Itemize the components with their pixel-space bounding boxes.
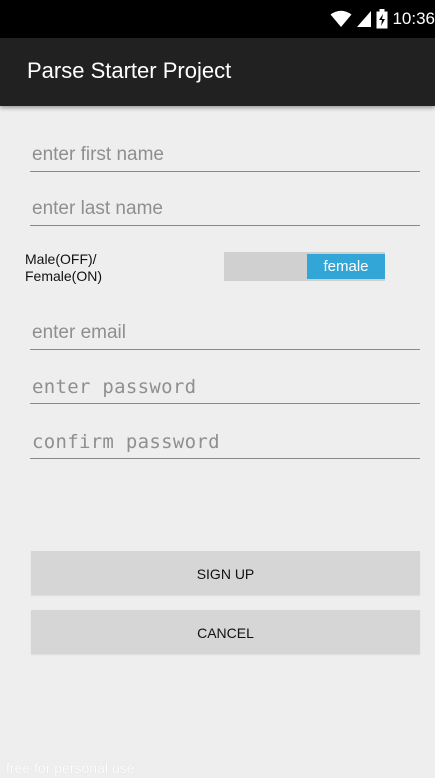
cell-signal-icon bbox=[356, 10, 372, 28]
status-time: 10:36 bbox=[392, 9, 435, 28]
password-input[interactable] bbox=[30, 370, 420, 404]
cancel-button[interactable]: CANCEL bbox=[31, 610, 420, 654]
sign-up-button[interactable]: SIGN UP bbox=[31, 551, 420, 595]
gender-label: Male(OFF)/ Female(ON) bbox=[25, 251, 155, 285]
wifi-icon bbox=[330, 10, 352, 28]
app-title: Parse Starter Project bbox=[27, 58, 232, 83]
first-name-input[interactable] bbox=[30, 138, 420, 172]
gender-label-line1: Male(OFF)/ bbox=[25, 251, 97, 267]
status-bar: 10:36 bbox=[0, 0, 435, 38]
gender-label-line2: Female(ON) bbox=[25, 268, 103, 284]
watermark-text: free for personal use bbox=[6, 760, 135, 776]
action-bar: Parse Starter Project bbox=[0, 38, 435, 106]
email-input[interactable] bbox=[30, 316, 420, 350]
gender-switch-thumb[interactable]: female bbox=[307, 254, 385, 279]
confirm-password-input[interactable] bbox=[30, 425, 420, 459]
status-icons: 10:36 bbox=[330, 8, 435, 30]
gender-switch[interactable]: female bbox=[224, 252, 385, 281]
battery-icon bbox=[376, 9, 388, 29]
last-name-input[interactable] bbox=[30, 192, 420, 226]
